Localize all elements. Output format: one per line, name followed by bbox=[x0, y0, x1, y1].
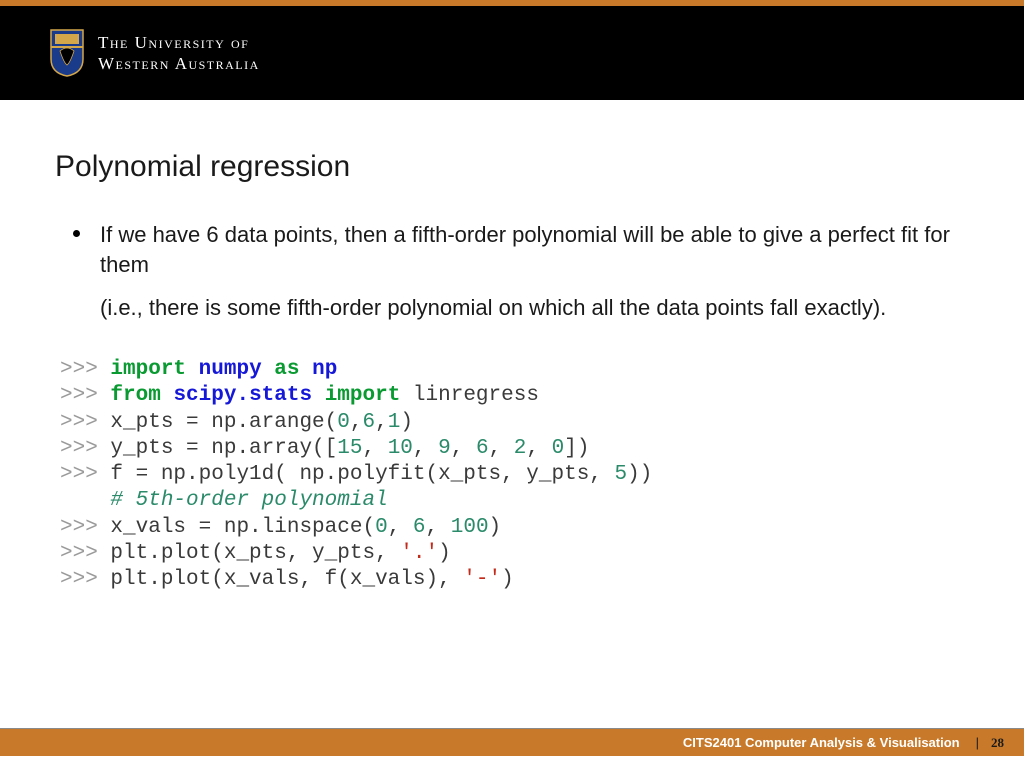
code-line: # 5th-order polynomial bbox=[60, 489, 388, 512]
slide-content: Polynomial regression If we have 6 data … bbox=[0, 100, 1024, 593]
uni-name-line1: The University of bbox=[98, 32, 260, 53]
bullet-paragraph-1: If we have 6 data points, then a fifth-o… bbox=[100, 220, 969, 279]
code-line: >>> x_vals = np.linspace(0, 6, 100) bbox=[60, 516, 501, 539]
slide-title: Polynomial regression bbox=[55, 150, 969, 184]
footer-page-number: 28 bbox=[991, 735, 1004, 751]
code-line: >>> y_pts = np.array([15, 10, 9, 6, 2, 0… bbox=[60, 437, 589, 460]
bullet-dot-icon bbox=[73, 230, 80, 237]
code-line: >>> f = np.poly1d( np.polyfit(x_pts, y_p… bbox=[60, 463, 652, 486]
slide-footer: CITS2401 Computer Analysis & Visualisati… bbox=[0, 728, 1024, 756]
code-line: >>> x_pts = np.arange(0,6,1) bbox=[60, 411, 413, 434]
code-line: >>> from scipy.stats import linregress bbox=[60, 384, 539, 407]
footer-course-label: CITS2401 Computer Analysis & Visualisati… bbox=[683, 735, 960, 750]
code-line: >>> plt.plot(x_vals, f(x_vals), '-') bbox=[60, 568, 514, 591]
uni-name-line2: Western Australia bbox=[98, 53, 260, 74]
university-crest-icon bbox=[50, 29, 84, 77]
code-line: >>> plt.plot(x_pts, y_pts, '.') bbox=[60, 542, 451, 565]
footer-divider: | bbox=[976, 735, 979, 750]
code-line: >>> import numpy as np bbox=[60, 358, 337, 381]
code-block: >>> import numpy as np >>> from scipy.st… bbox=[55, 357, 969, 593]
slide-header: The University of Western Australia bbox=[0, 6, 1024, 100]
bullet-item: If we have 6 data points, then a fifth-o… bbox=[55, 220, 969, 323]
university-name: The University of Western Australia bbox=[98, 32, 260, 75]
bullet-paragraph-2: (i.e., there is some fifth-order polynom… bbox=[100, 293, 969, 323]
